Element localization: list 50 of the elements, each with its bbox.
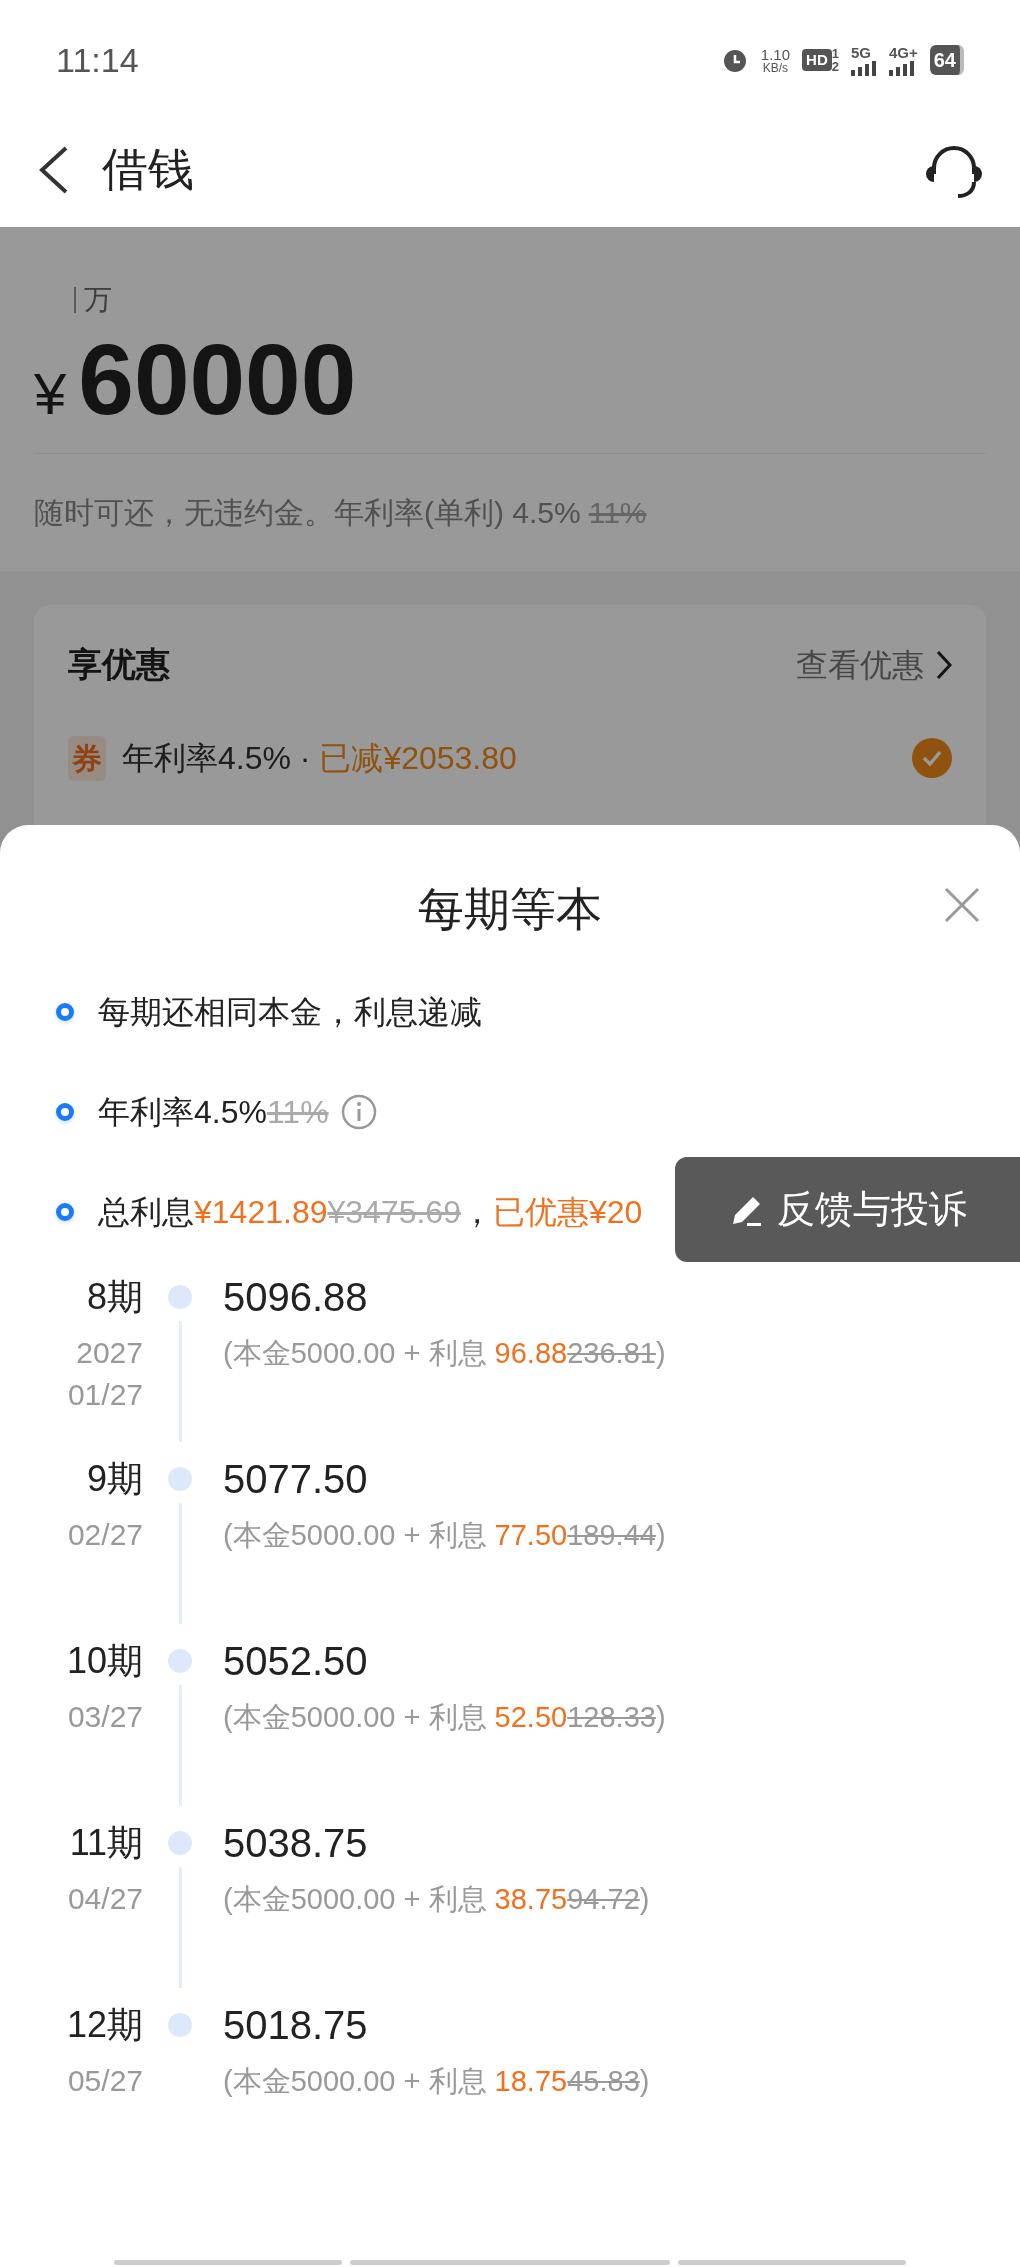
view-offers-link[interactable]: 查看优惠	[796, 640, 924, 689]
due-date: 01/27	[67, 1377, 143, 1413]
total-interest: 总利息¥1421.89¥3475.69，已优惠¥20	[98, 1193, 643, 1232]
payment-breakdown: (本金5000.00 + 利息 52.50128.33)	[223, 1700, 666, 1735]
sim-number: 2	[831, 60, 839, 73]
payment-amount: 5038.75	[223, 1820, 369, 1867]
loan-note: 随时可还，无违约金。年利率(单利) 4.5%	[34, 495, 581, 531]
page-title: 借钱	[102, 142, 194, 197]
period-label: 12期	[66, 2003, 143, 2047]
speed-unit: KB/s	[762, 61, 789, 74]
sheet-title: 每期等本	[418, 882, 602, 937]
coupon-text: 年利率4.5% · 已减¥2053.80	[122, 739, 517, 778]
battery-icon: 64	[929, 45, 964, 75]
due-year: 2027	[76, 1335, 143, 1371]
repayment-rule: 每期还相同本金，利息递减	[98, 993, 482, 1032]
due-date: 05/27	[67, 2063, 143, 2099]
signal-icon	[888, 59, 915, 76]
period-label: 8期	[86, 1275, 143, 1319]
speed-value: 1.10	[760, 46, 791, 62]
status-time: 11:14	[56, 39, 139, 81]
payment-amount: 5052.50	[223, 1638, 369, 1685]
info-icon[interactable]	[340, 1094, 377, 1130]
payment-breakdown: (本金5000.00 + 利息 18.7545.83)	[223, 2064, 650, 2099]
payment-breakdown: (本金5000.00 + 利息 77.50189.44)	[223, 1518, 666, 1553]
period-label: 9期	[86, 1457, 143, 1501]
chevron-right-icon[interactable]	[936, 649, 952, 680]
card-title: 享优惠	[68, 644, 170, 685]
loan-amount[interactable]: 60000	[78, 329, 357, 429]
interest-rate: 年利率4.5%11%	[98, 1093, 329, 1132]
unit-label: 万	[84, 283, 112, 317]
due-date: 02/27	[67, 1517, 143, 1553]
feedback-button[interactable]: 反馈与投诉	[675, 1157, 1020, 1262]
sim-number: 1	[831, 47, 839, 60]
due-date: 04/27	[67, 1881, 143, 1917]
payment-breakdown: (本金5000.00 + 利息 38.7594.72)	[223, 1882, 650, 1917]
network-label: 5G	[850, 44, 872, 60]
close-icon[interactable]	[944, 887, 980, 923]
network-label: 4G+	[888, 44, 918, 60]
payment-amount: 5096.88	[223, 1274, 369, 1321]
period-label: 11期	[69, 1821, 143, 1865]
payment-amount: 5077.50	[223, 1456, 369, 1503]
hd-badge: HD	[802, 48, 832, 72]
payment-breakdown: (本金5000.00 + 利息 96.88236.81)	[223, 1336, 666, 1371]
signal-icon	[850, 59, 877, 76]
due-date: 03/27	[67, 1699, 143, 1735]
check-icon[interactable]	[912, 738, 952, 778]
period-label: 10期	[66, 1639, 143, 1683]
coupon-badge: 券	[68, 735, 106, 781]
payment-amount: 5018.75	[223, 2002, 369, 2049]
currency-symbol: ¥	[34, 360, 67, 428]
